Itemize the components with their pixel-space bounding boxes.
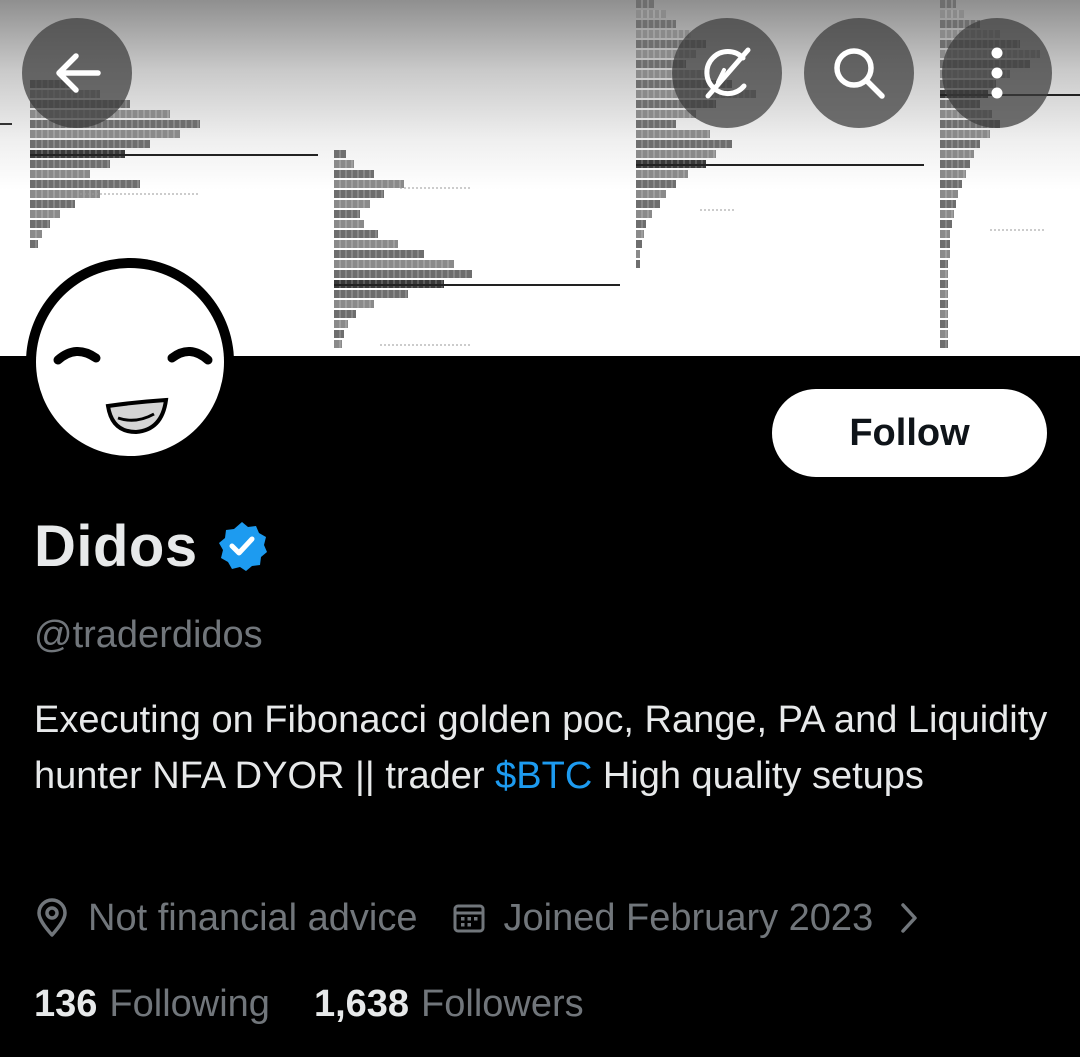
- avatar[interactable]: [26, 258, 234, 466]
- following-label: Following: [109, 982, 270, 1025]
- user-handle: @traderdidos: [34, 614, 263, 656]
- followers-count: 1,638: [313, 982, 410, 1025]
- location-item: Not financial advice: [34, 897, 418, 940]
- follow-stats: 136 Following 1,638 Followers: [34, 976, 584, 1032]
- followers-link[interactable]: 1,638 Followers: [314, 983, 584, 1026]
- chevron-right-icon[interactable]: [899, 901, 919, 935]
- joined-text: Joined February 2023: [503, 896, 874, 939]
- verified-badge-icon[interactable]: [216, 520, 268, 572]
- calendar-icon: [453, 904, 485, 933]
- profile-meta: Not financial advice Joined February 202…: [34, 890, 919, 946]
- profile-bio: Executing on Fibonacci golden poc, Range…: [34, 692, 1054, 804]
- grok-button[interactable]: [672, 18, 782, 128]
- joined-item: Joined February 2023: [452, 896, 874, 940]
- search-button[interactable]: [804, 18, 914, 128]
- search-icon: [834, 48, 885, 99]
- more-vertical-icon: [991, 47, 1003, 99]
- bio-text-end: High quality setups: [592, 755, 924, 797]
- location-text: Not financial advice: [88, 896, 418, 939]
- profile-screen: Follow Didos @traderdidos Executing on F…: [0, 0, 1080, 1057]
- arrow-left-icon: [56, 53, 101, 93]
- display-name: Didos: [34, 513, 198, 579]
- followers-label: Followers: [421, 982, 584, 1025]
- more-button[interactable]: [942, 18, 1052, 128]
- grok-icon: [704, 47, 751, 99]
- back-button[interactable]: [22, 18, 132, 128]
- following-link[interactable]: 136 Following: [34, 983, 270, 1026]
- smiley-face-icon: [53, 347, 213, 435]
- avatar-image: [36, 268, 224, 456]
- following-count: 136: [34, 982, 98, 1025]
- name-row: Didos: [34, 510, 268, 582]
- cashtag-link[interactable]: $BTC: [495, 755, 592, 797]
- follow-button[interactable]: Follow: [772, 389, 1047, 477]
- location-pin-icon: [37, 898, 67, 937]
